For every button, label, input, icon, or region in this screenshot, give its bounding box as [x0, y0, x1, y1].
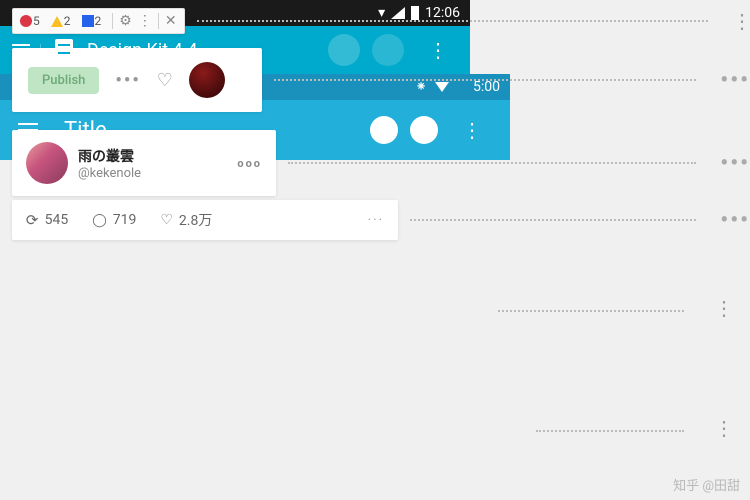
retweet-icon: [26, 211, 39, 229]
more-horizontal-icon[interactable]: •••: [708, 208, 750, 233]
user-meta: 雨の叢雲 @kekenole: [78, 146, 141, 181]
document-icon: [55, 39, 73, 61]
avatar[interactable]: [189, 62, 225, 98]
bell-icon[interactable]: ♡: [157, 70, 173, 91]
user-handle: @kekenole: [78, 166, 141, 181]
more-horizontal-icon[interactable]: •••: [708, 151, 750, 176]
publish-card: Publish ••• ♡: [12, 48, 262, 112]
separator: [498, 310, 684, 312]
divider: [112, 13, 113, 29]
separator: [536, 430, 684, 432]
separator: [288, 162, 696, 164]
user-name: 雨の叢雲: [78, 146, 141, 166]
watermark: 知乎 @田甜: [673, 475, 740, 494]
more-horizontal-icon[interactable]: ooo: [237, 157, 262, 170]
more-vertical-icon[interactable]: ⋮: [720, 9, 750, 33]
like-stat[interactable]: 2.8万: [160, 210, 212, 230]
separator: [274, 79, 696, 81]
close-icon[interactable]: ✕: [165, 13, 177, 29]
status-toolbar: 5 2 2 ⚙ ⋮ ✕: [12, 8, 185, 34]
more-vertical-icon[interactable]: ⋮: [702, 416, 744, 440]
warning-count: 2: [64, 14, 71, 28]
more-horizontal-icon[interactable]: ···: [368, 213, 384, 228]
user-card: 雨の叢雲 @kekenole ooo: [12, 130, 276, 196]
comment-stat[interactable]: 719: [92, 212, 136, 228]
avatar[interactable]: [26, 142, 68, 184]
message-count: 2: [95, 14, 102, 28]
like-count: 2.8万: [179, 210, 212, 230]
retweet-stat[interactable]: 545: [26, 211, 68, 229]
stats-card: 545 719 2.8万 ···: [12, 200, 398, 240]
more-horizontal-icon[interactable]: •••: [115, 70, 140, 91]
comment-icon: [92, 212, 107, 228]
error-icon: [20, 15, 32, 27]
publish-button[interactable]: Publish: [28, 67, 99, 94]
warning-icon: [51, 16, 63, 27]
like-icon: [160, 212, 173, 228]
separator: [197, 20, 708, 22]
divider: [158, 13, 159, 29]
error-count: 5: [33, 14, 40, 28]
gear-icon[interactable]: ⚙: [119, 13, 132, 29]
message-icon: [82, 15, 94, 27]
retweet-count: 545: [45, 212, 69, 228]
more-vertical-icon[interactable]: ⋮: [702, 296, 744, 320]
more-horizontal-icon[interactable]: •••: [708, 68, 750, 93]
kebab-icon[interactable]: ⋮: [138, 13, 152, 29]
separator: [410, 219, 696, 221]
comment-count: 719: [113, 212, 137, 228]
